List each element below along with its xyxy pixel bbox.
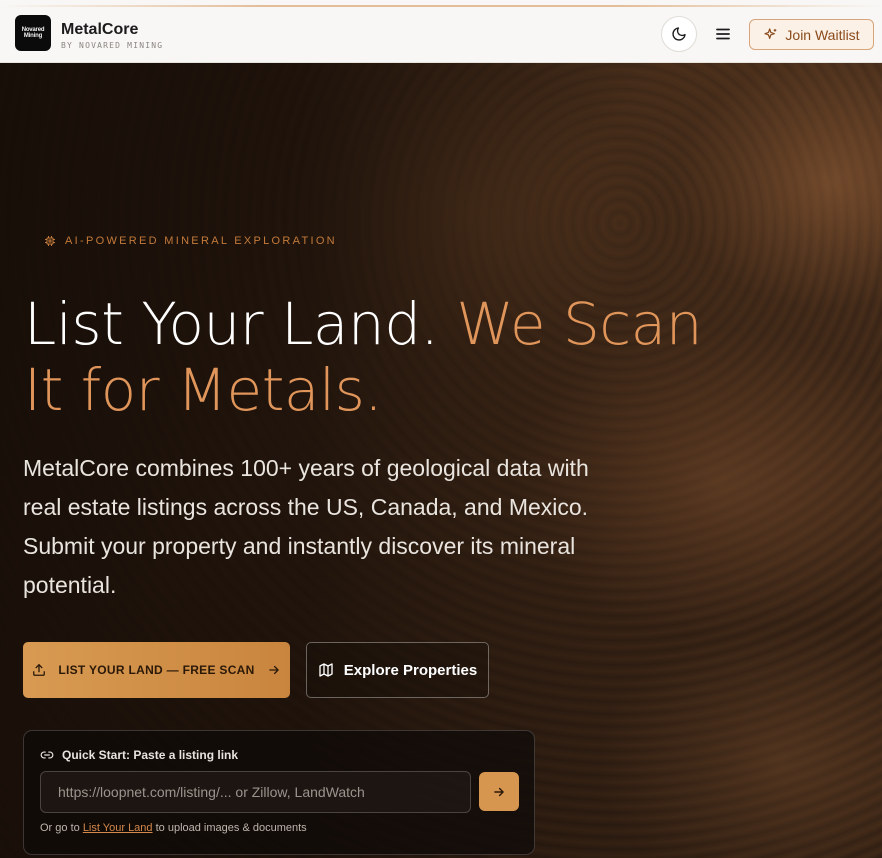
moon-icon <box>672 27 686 41</box>
note-prefix: Or go to <box>40 822 80 834</box>
join-waitlist-label: Join Waitlist <box>785 26 860 43</box>
list-your-land-button[interactable]: LIST YOUR LAND — FREE SCAN <box>23 642 290 698</box>
novared-logo[interactable]: Novared Mining <box>15 15 51 51</box>
list-your-land-link[interactable]: List Your Land <box>83 822 153 834</box>
sparkles-icon <box>764 27 777 39</box>
explore-properties-label: Explore Properties <box>343 661 478 679</box>
brand-subtitle: BY NOVARED MINING <box>61 41 164 50</box>
headline-accent-1: We Scan <box>456 290 702 358</box>
brand-name[interactable]: MetalCore <box>61 21 138 39</box>
quick-start-title: Quick Start: Paste a listing link <box>40 748 238 762</box>
arrow-right-icon <box>268 665 279 675</box>
header-accent-line <box>0 5 882 7</box>
logo-text-line2: Mining <box>23 33 43 39</box>
map-icon <box>319 663 333 677</box>
tagline-text: AI-POWERED MINERAL EXPLORATION <box>65 235 337 247</box>
listing-link-input[interactable] <box>40 771 471 813</box>
join-waitlist-button[interactable]: Join Waitlist <box>749 19 874 50</box>
hero-headline: List Your Land. We Scan It for Metals. <box>24 291 724 423</box>
hamburger-menu-icon <box>716 28 730 40</box>
explore-properties-button[interactable]: Explore Properties <box>306 642 489 698</box>
submit-link-button[interactable] <box>479 772 519 811</box>
headline-white: List Your Land. <box>24 290 439 358</box>
site-header: Novared Mining MetalCore BY NOVARED MINI… <box>0 0 882 63</box>
menu-button[interactable] <box>710 20 736 48</box>
theme-toggle-button[interactable] <box>661 16 697 52</box>
hero-section: AI-POWERED MINERAL EXPLORATION List Your… <box>0 63 882 858</box>
chip-icon <box>45 236 55 246</box>
upload-icon <box>33 664 46 676</box>
list-your-land-label: LIST YOUR LAND — FREE SCAN <box>58 663 255 677</box>
note-suffix: to upload images & documents <box>155 822 307 834</box>
quick-start-note: Or go to List Your Land to upload images… <box>40 822 307 834</box>
quick-start-card: Quick Start: Paste a listing link Or go … <box>23 730 535 855</box>
quick-start-title-text: Quick Start: Paste a listing link <box>62 748 239 762</box>
link-icon <box>40 751 54 759</box>
hero-description: MetalCore combines 100+ years of geologi… <box>23 455 589 598</box>
hero-tagline: AI-POWERED MINERAL EXPLORATION <box>44 235 337 247</box>
arrow-right-icon <box>494 787 504 796</box>
headline-accent-2: It for Metals. <box>24 356 383 424</box>
